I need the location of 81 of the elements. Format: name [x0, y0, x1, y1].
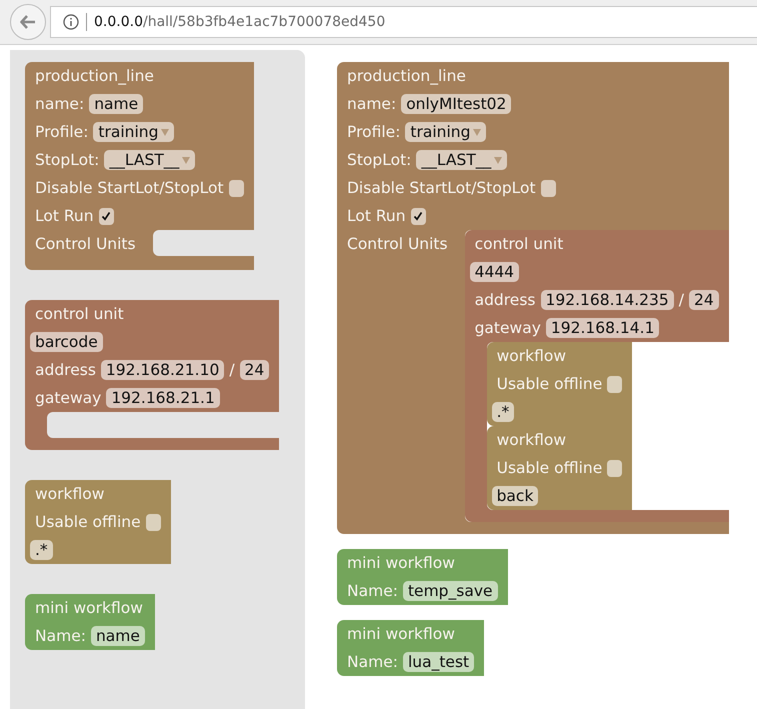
field-label: Name: — [347, 653, 398, 671]
back-button[interactable] — [10, 4, 46, 40]
field-label: Name: — [35, 627, 86, 645]
checkbox[interactable] — [228, 180, 244, 196]
field-label: Name: — [347, 582, 398, 600]
field-label: workflow — [496, 431, 566, 449]
checkbox[interactable] — [410, 208, 426, 224]
control-unit-block[interactable]: control unit barcode address 192.168.21.10 / 24 gateway 192.168.21.1 — [25, 300, 280, 450]
field-label: name: — [347, 95, 396, 113]
dropdown[interactable]: training — [405, 122, 486, 142]
field-label: control unit — [474, 235, 564, 253]
back-icon — [20, 15, 36, 29]
field-label: mini workflow — [347, 554, 455, 572]
field-label: Usable offline — [496, 375, 602, 393]
dropdown[interactable]: training — [93, 122, 174, 142]
text-field[interactable]: back — [492, 486, 538, 506]
checkbox[interactable] — [540, 180, 556, 196]
checkbox[interactable] — [607, 376, 622, 392]
workflow-block[interactable]: workflow Usable offline .* — [486, 342, 632, 426]
field-label: name: — [35, 95, 84, 113]
dropdown[interactable]: __LAST__ — [104, 150, 196, 170]
field-label: mini workflow — [347, 625, 455, 643]
address-bar[interactable]: 0.0.0.0/hall/58b3fb4e1ac7b700078ed450 — [50, 6, 757, 38]
field-label: workflow — [35, 485, 104, 503]
checkbox[interactable] — [607, 460, 622, 476]
field-label: production_line — [35, 67, 154, 85]
checkbox[interactable] — [98, 208, 114, 224]
text-field[interactable]: name — [89, 94, 144, 114]
field-label: StopLot: — [35, 151, 100, 169]
field-label: gateway — [35, 389, 102, 407]
text-field[interactable]: 4444 — [470, 262, 520, 282]
checkbox[interactable] — [146, 514, 161, 530]
text-field[interactable]: barcode — [30, 332, 103, 352]
mini-workflow-block[interactable]: mini workflow Name: lua_test — [337, 620, 484, 676]
field-label: gateway — [474, 319, 541, 337]
text-field[interactable]: 192.168.21.1 — [106, 388, 220, 408]
text-field[interactable]: 192.168.14.235 — [540, 290, 674, 310]
field-label: / — [678, 291, 684, 309]
field-label: Disable StartLot/StopLot — [347, 179, 536, 197]
field-label: Usable offline — [496, 459, 602, 477]
field-label: Lot Run — [347, 207, 406, 225]
workflow-block[interactable]: workflow Usable offline back — [486, 426, 632, 510]
field-label: address — [474, 291, 536, 309]
mini-workflow-block[interactable]: mini workflow Name: name — [25, 594, 155, 650]
text-field[interactable]: lua_test — [402, 652, 474, 672]
field-label: workflow — [496, 347, 566, 365]
mini-workflow-block[interactable]: mini workflow Name: temp_save — [337, 549, 508, 605]
dropdown-arrow-icon — [182, 156, 190, 164]
field-label: / — [229, 361, 235, 379]
dropdown-arrow-icon — [494, 156, 502, 164]
dropdown[interactable]: __LAST__ — [416, 150, 508, 170]
check-icon — [101, 211, 112, 221]
field-label: Profile: — [35, 123, 88, 141]
text-field[interactable]: 192.168.21.10 — [100, 360, 224, 380]
production-line-block[interactable]: production_line name: name Profile: training StopLot: __LAST__ Disable StartLot/StopLot Lot Run Control Units — [25, 62, 254, 270]
control-unit-block[interactable]: control unit 4444 address 192.168.14.235 / 24 gateway 192.168.14.1 workflow Usable offline .* workflow Usable offline back — [464, 230, 729, 522]
production-line-block[interactable] — [337, 62, 729, 534]
text-field[interactable]: 192.168.14.1 — [546, 318, 660, 338]
text-field[interactable]: onlyMItest02 — [401, 94, 512, 114]
text-field[interactable]: 24 — [689, 290, 719, 310]
field-label: address — [35, 361, 96, 379]
field-label: Disable StartLot/StopLot — [35, 179, 224, 197]
field-label: production_line — [347, 67, 466, 85]
field-label: Profile: — [347, 123, 400, 141]
info-icon — [63, 14, 79, 30]
dropdown-arrow-icon — [473, 128, 482, 136]
text-field[interactable]: temp_save — [402, 581, 498, 601]
dropdown-arrow-icon — [161, 128, 170, 136]
field-label: Control Units — [346, 234, 449, 255]
check-icon — [413, 211, 424, 221]
workflow-block[interactable]: workflow Usable offline .* — [25, 480, 171, 564]
text-field[interactable]: .* — [30, 540, 53, 560]
text-field[interactable]: .* — [492, 402, 514, 422]
text-field[interactable]: name — [90, 626, 145, 646]
field-label: StopLot: — [347, 151, 412, 169]
text-field[interactable]: 24 — [240, 360, 270, 380]
field-label: Control Units — [34, 234, 137, 255]
field-label: Lot Run — [35, 207, 94, 225]
field-label: control unit — [35, 305, 124, 323]
field-label: mini workflow — [35, 599, 143, 617]
field-label: Usable offline — [35, 513, 141, 531]
